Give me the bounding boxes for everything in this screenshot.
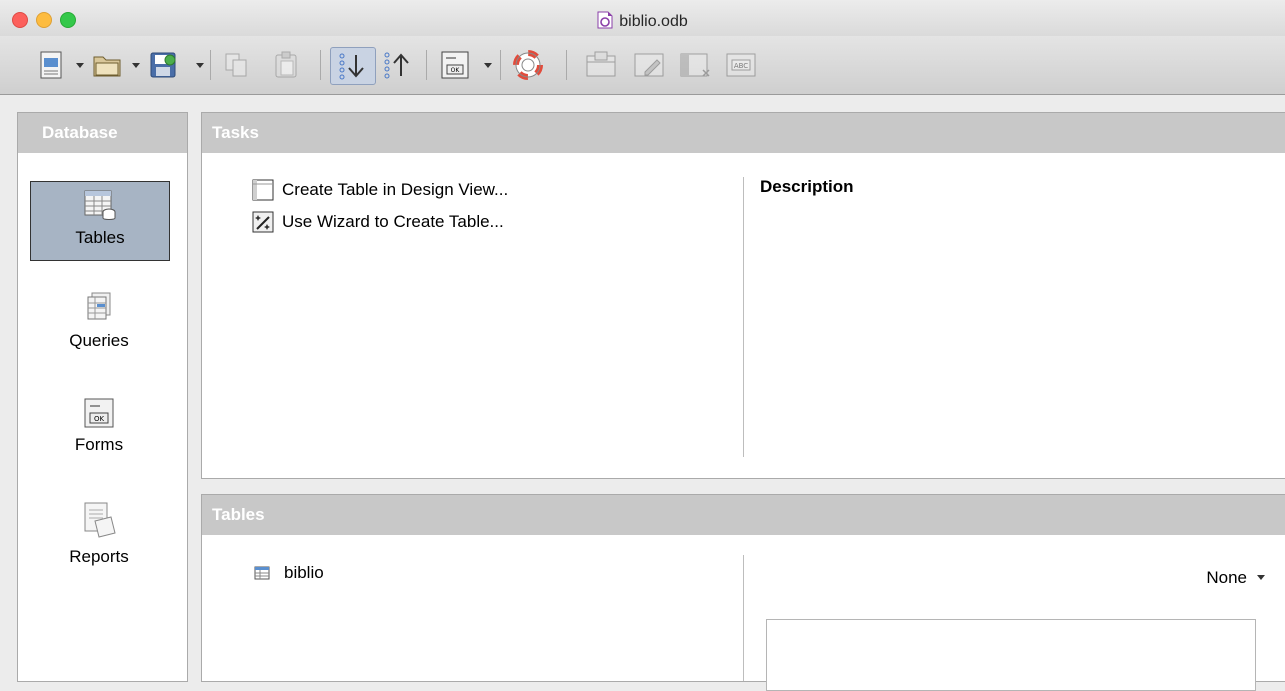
paste-icon [275, 51, 297, 78]
rename-object-button[interactable]: ABC [722, 47, 760, 83]
tables-icon [84, 190, 116, 220]
toolbar-separator [426, 50, 427, 80]
toolbar-separator [320, 50, 321, 80]
tables-header: Tables [202, 495, 1285, 535]
help-button[interactable] [510, 47, 546, 83]
save-icon [150, 52, 176, 78]
wizard-icon [252, 211, 274, 233]
odb-file-icon [597, 11, 613, 34]
task-label: Use Wizard to Create Table... [282, 212, 504, 231]
svg-text:ABC: ABC [734, 62, 748, 70]
open-button[interactable] [90, 47, 124, 83]
preview-mode-select[interactable]: None [1206, 568, 1265, 588]
toolbar-separator [566, 50, 567, 80]
open-dropdown[interactable] [132, 63, 140, 68]
sidebar-item-forms[interactable]: OK Forms [30, 397, 168, 475]
svg-text:OK: OK [451, 67, 461, 74]
reports-icon [84, 502, 116, 538]
tasks-divider [743, 177, 744, 457]
window-title-wrap: biblio.odb [0, 11, 1285, 34]
form-button[interactable]: OK [436, 47, 474, 83]
new-document-icon [40, 51, 62, 79]
task-label: Create Table in Design View... [282, 180, 509, 199]
queries-icon [87, 292, 111, 320]
description-label: Description [760, 177, 854, 196]
edit-object-button[interactable] [630, 47, 668, 83]
design-view-icon [252, 179, 274, 201]
chevron-down-icon [1257, 575, 1265, 580]
sidebar-item-tables[interactable]: Tables [30, 181, 170, 261]
preview-pane [766, 619, 1256, 691]
svg-text:OK: OK [94, 415, 105, 423]
window-title: biblio.odb [619, 13, 688, 30]
sort-descending-button[interactable] [378, 47, 418, 83]
sidebar-item-label: Reports [69, 547, 129, 566]
preview-mode-value: None [1206, 568, 1247, 587]
sidebar-header: Database [18, 113, 187, 153]
table-icon [254, 566, 270, 580]
sort-ascending-button[interactable] [330, 47, 376, 85]
toolbar-separator [500, 50, 501, 80]
task-table-wizard[interactable]: Use Wizard to Create Table... [252, 211, 504, 233]
sidebar-item-label: Tables [75, 228, 125, 247]
open-object-button[interactable] [582, 47, 620, 83]
delete-object-icon [680, 53, 710, 77]
sidebar-item-queries[interactable]: Queries [30, 291, 168, 369]
new-document-button[interactable] [34, 47, 68, 83]
open-folder-icon [93, 56, 121, 77]
sort-ascending-icon [339, 53, 364, 80]
copy-button[interactable] [220, 47, 252, 83]
sort-descending-icon [384, 52, 409, 79]
table-name: biblio [284, 563, 324, 582]
save-button[interactable] [146, 47, 180, 83]
tables-panel: Tables biblio None [201, 494, 1285, 691]
copy-icon [225, 53, 247, 77]
help-icon [513, 50, 543, 80]
save-dropdown[interactable] [196, 63, 204, 68]
new-document-dropdown[interactable] [76, 63, 84, 68]
toolbar-separator [210, 50, 211, 80]
sidebar-item-label: Queries [69, 331, 129, 350]
table-list-item[interactable]: biblio [254, 563, 324, 583]
tasks-panel: Tasks Create Table in Design View... Use… [201, 112, 1285, 479]
rename-object-icon: ABC [726, 53, 756, 77]
form-dropdown[interactable] [484, 63, 492, 68]
paste-button[interactable] [270, 47, 302, 83]
database-sidebar: Database Tables Queries OK Forms Reports [17, 112, 188, 682]
open-object-icon [586, 51, 616, 77]
sidebar-item-label: Forms [74, 435, 124, 454]
edit-object-icon [634, 53, 664, 77]
forms-icon: OK [84, 398, 114, 428]
delete-object-button[interactable] [676, 47, 714, 83]
toolbar: OK ABC [0, 36, 1285, 95]
task-create-table-design[interactable]: Create Table in Design View... [252, 179, 508, 201]
sidebar-item-reports[interactable]: Reports [30, 499, 168, 577]
tasks-header: Tasks [202, 113, 1285, 153]
form-icon: OK [441, 51, 469, 79]
tables-divider [743, 555, 744, 681]
